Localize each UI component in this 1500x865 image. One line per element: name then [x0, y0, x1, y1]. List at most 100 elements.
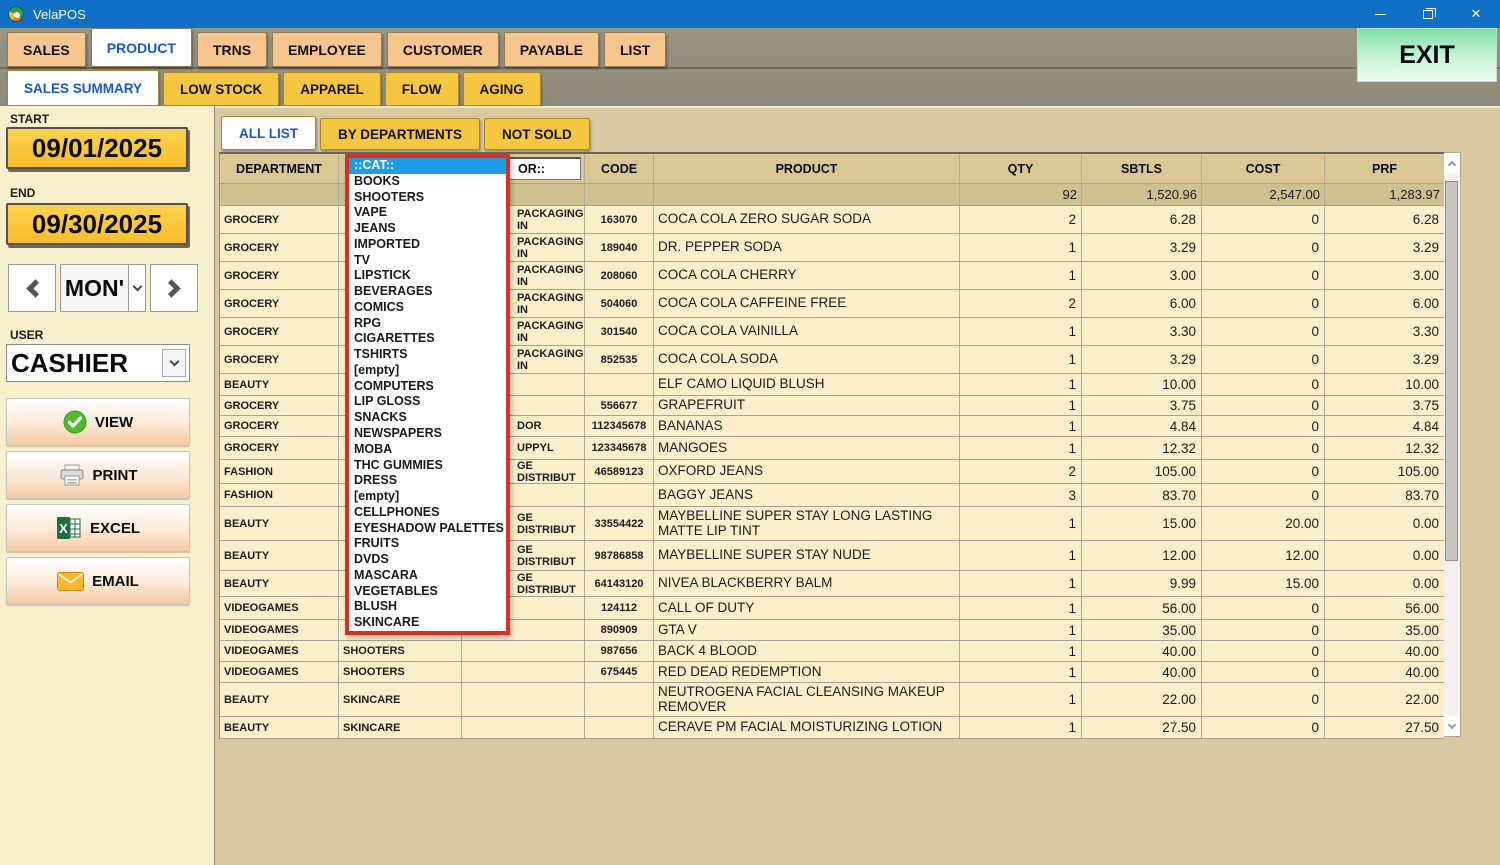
cell-cost: 0: [1202, 396, 1325, 415]
dropdown-item-moba[interactable]: MOBA: [349, 442, 506, 458]
col-header-cost[interactable]: COST: [1202, 154, 1325, 183]
dropdown-item-shooters[interactable]: SHOOTERS: [349, 190, 506, 206]
dropdown-item-empty[interactable]: [empty]: [349, 489, 506, 505]
dropdown-item-jeans[interactable]: JEANS: [349, 221, 506, 237]
dropdown-item-thc-gummies[interactable]: THC GUMMIES: [349, 458, 506, 474]
tab-sales-summary[interactable]: SALES SUMMARY: [7, 70, 159, 106]
start-date-button[interactable]: 09/01/2025: [6, 127, 188, 169]
dropdown-item-dvds[interactable]: DVDS: [349, 552, 506, 568]
cell-qty: 2: [960, 460, 1082, 483]
end-date-button[interactable]: 09/30/2025: [6, 203, 188, 245]
tab-employee[interactable]: EMPLOYEE: [272, 32, 382, 67]
dropdown-item-computers[interactable]: COMPUTERS: [349, 379, 506, 395]
dropdown-item-blush[interactable]: BLUSH: [349, 599, 506, 615]
dropdown-item-rpg[interactable]: RPG: [349, 316, 506, 332]
table-row[interactable]: BEAUTYSKINCARECERAVE PM FACIAL MOISTURIZ…: [220, 717, 1444, 739]
tab-product[interactable]: PRODUCT: [91, 28, 192, 67]
previous-period-button[interactable]: [8, 264, 56, 312]
excel-label: EXCEL: [90, 520, 140, 537]
dropdown-item-lip-gloss[interactable]: LIP GLOSS: [349, 394, 506, 410]
cell-department: GROCERY: [220, 437, 339, 459]
cell-qty: 1: [960, 416, 1082, 436]
summary-qty: 92: [960, 184, 1082, 205]
dropdown-item-tshirts[interactable]: TSHIRTS: [349, 347, 506, 363]
cell-code: [585, 683, 654, 716]
tab-sales[interactable]: SALES: [7, 32, 86, 67]
cell-code: 112345678: [585, 416, 654, 436]
dropdown-item-cat[interactable]: ::CAT::: [349, 158, 506, 174]
tab-by-departments[interactable]: BY DEPARTMENTS: [320, 118, 480, 150]
col-header-sbtls[interactable]: SBTLS: [1082, 154, 1202, 183]
tab-apparel[interactable]: APPAREL: [283, 72, 381, 106]
cell-sbtls: 3.29: [1082, 234, 1202, 261]
view-button[interactable]: VIEW: [6, 398, 190, 446]
dropdown-item-vegetables[interactable]: VEGETABLES: [349, 584, 506, 600]
dropdown-item-books[interactable]: BOOKS: [349, 174, 506, 190]
close-icon[interactable]: ✕: [1452, 0, 1500, 28]
dropdown-item-imported[interactable]: IMPORTED: [349, 237, 506, 253]
tab-low-stock[interactable]: LOW STOCK: [163, 72, 279, 106]
dropdown-item-lipstick[interactable]: LIPSTICK: [349, 268, 506, 284]
tab-customer[interactable]: CUSTOMER: [387, 32, 499, 67]
cell-code: 123345678: [585, 437, 654, 459]
col-header-code[interactable]: CODE: [585, 154, 654, 183]
dropdown-item-skincare[interactable]: SKINCARE: [349, 615, 506, 631]
cell-sbtls: 15.00: [1082, 507, 1202, 540]
cell-product: DR. PEPPER SODA: [654, 234, 960, 261]
excel-button[interactable]: XEXCEL: [6, 504, 190, 552]
tab-trns[interactable]: TRNS: [197, 32, 267, 67]
dropdown-item-dress[interactable]: DRESS: [349, 473, 506, 489]
col-header-department[interactable]: DEPARTMENT: [220, 154, 339, 183]
period-select-arrow[interactable]: [128, 265, 145, 311]
scroll-down-icon[interactable]: [1444, 716, 1459, 736]
tab-payable[interactable]: PAYABLE: [504, 32, 599, 67]
maximize-icon[interactable]: [1404, 0, 1452, 28]
tab-not-sold[interactable]: NOT SOLD: [484, 118, 590, 150]
cell-department: FASHION: [220, 484, 339, 506]
table-row[interactable]: VIDEOGAMESSHOOTERS987656BACK 4 BLOOD140.…: [220, 641, 1444, 662]
cell-code: 189040: [585, 234, 654, 261]
exit-button[interactable]: EXIT: [1357, 28, 1497, 82]
dropdown-item-beverages[interactable]: BEVERAGES: [349, 284, 506, 300]
dropdown-item-tv[interactable]: TV: [349, 253, 506, 269]
cell-prf: 40.00: [1325, 641, 1445, 661]
tab-aging[interactable]: AGING: [463, 72, 541, 106]
email-button[interactable]: EMAIL: [6, 557, 190, 605]
dropdown-item-vape[interactable]: VAPE: [349, 205, 506, 221]
col-header-prf[interactable]: PRF: [1325, 154, 1445, 183]
dropdown-item-newspapers[interactable]: NEWSPAPERS: [349, 426, 506, 442]
scrollbar-thumb[interactable]: [1445, 181, 1458, 561]
tab-list[interactable]: LIST: [604, 32, 666, 67]
next-period-button[interactable]: [150, 264, 198, 312]
cell-code: 987656: [585, 641, 654, 661]
col-header-qty[interactable]: QTY: [960, 154, 1082, 183]
dropdown-item-fruits[interactable]: FRUITS: [349, 536, 506, 552]
dropdown-item-comics[interactable]: COMICS: [349, 300, 506, 316]
print-button[interactable]: PRINT: [6, 451, 190, 499]
cell-code: [585, 484, 654, 506]
dropdown-item-cigarettes[interactable]: CIGARETTES: [349, 331, 506, 347]
tab-all-list[interactable]: ALL LIST: [221, 116, 316, 150]
cell-product: COCA COLA ZERO SUGAR SODA: [654, 206, 960, 233]
dropdown-item-cellphones[interactable]: CELLPHONES: [349, 505, 506, 521]
tab-flow[interactable]: FLOW: [385, 72, 459, 106]
minimize-icon[interactable]: [1356, 0, 1404, 28]
col-header-product[interactable]: PRODUCT: [654, 154, 960, 183]
email-label: EMAIL: [92, 573, 139, 590]
table-row[interactable]: BEAUTYSKINCARENEUTROGENA FACIAL CLEANSIN…: [220, 683, 1444, 717]
cell-qty: 1: [960, 620, 1082, 640]
user-select[interactable]: CASHIER: [6, 344, 190, 382]
table-scrollbar[interactable]: [1444, 152, 1461, 737]
table-row[interactable]: VIDEOGAMESSHOOTERS675445RED DEAD REDEMPT…: [220, 662, 1444, 683]
dropdown-item-mascara[interactable]: MASCARA: [349, 568, 506, 584]
period-select[interactable]: MON': [60, 264, 146, 312]
dropdown-item-eyeshadow-palettes[interactable]: EYESHADOW PALETTES: [349, 521, 506, 537]
scroll-up-icon[interactable]: [1444, 153, 1459, 173]
cell-category: SHOOTERS: [339, 641, 462, 661]
user-select-arrow[interactable]: [162, 349, 186, 377]
dropdown-item-empty[interactable]: [empty]: [349, 363, 506, 379]
cell-cost: 0: [1202, 262, 1325, 289]
cell-prf: 0.00: [1325, 571, 1445, 596]
dropdown-item-snacks[interactable]: SNACKS: [349, 410, 506, 426]
cell-qty: 1: [960, 374, 1082, 395]
